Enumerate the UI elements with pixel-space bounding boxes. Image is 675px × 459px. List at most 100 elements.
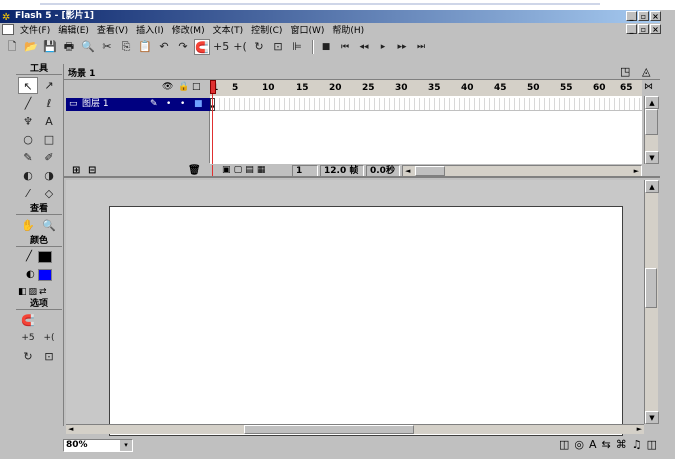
pen-tool-icon[interactable]: ♆ bbox=[18, 113, 38, 130]
doc-minimize-button[interactable]: _ bbox=[626, 24, 637, 34]
doc-restore-button[interactable]: ▫ bbox=[638, 24, 649, 34]
fill-color-swatch[interactable] bbox=[38, 269, 52, 281]
doc-close-button[interactable]: × bbox=[650, 24, 661, 34]
go-to-end-icon[interactable]: ⏭ bbox=[413, 39, 429, 55]
info-panel-icon[interactable]: ◫ bbox=[559, 438, 569, 451]
pencil-tool-icon[interactable]: ✎ bbox=[18, 149, 38, 166]
subselect-tool-icon[interactable]: ↗ bbox=[39, 77, 59, 94]
new-file-icon[interactable]: 🗋 bbox=[4, 39, 20, 55]
edit-scene-icon[interactable]: ◬ bbox=[642, 65, 650, 78]
menu-file[interactable]: 文件(F) bbox=[16, 23, 54, 36]
no-color-icon[interactable]: ▨ bbox=[29, 285, 38, 299]
stage-h-scroll-thumb[interactable] bbox=[244, 425, 414, 434]
eraser-tool-icon[interactable]: ◇ bbox=[39, 185, 59, 202]
stage-scroll-up-button[interactable]: ▲ bbox=[645, 180, 659, 193]
menu-insert[interactable]: 插入(I) bbox=[132, 23, 168, 36]
mixer-panel-icon[interactable]: ◎ bbox=[574, 438, 584, 451]
scroll-up-button[interactable]: ▲ bbox=[645, 96, 659, 109]
frame-view-options-icon[interactable]: ⋈ bbox=[644, 82, 653, 92]
snap-magnet-icon[interactable]: 🧲 bbox=[194, 39, 210, 55]
straighten-icon[interactable]: +( bbox=[232, 39, 248, 55]
option-straighten-icon[interactable]: +( bbox=[39, 330, 59, 347]
delete-layer-icon[interactable]: 🗑 bbox=[188, 165, 201, 176]
option-snap-icon[interactable]: 🧲 bbox=[18, 312, 38, 329]
add-guide-layer-icon[interactable]: ⊟ bbox=[88, 165, 96, 176]
character-panel-icon[interactable]: A bbox=[589, 438, 597, 451]
pasteboard[interactable] bbox=[66, 180, 644, 436]
paste-icon[interactable]: 📋 bbox=[137, 39, 153, 55]
layer-visible-dot[interactable]: • bbox=[166, 98, 171, 111]
timeline-vertical-scrollbar[interactable]: ▲ ▼ bbox=[644, 96, 659, 164]
outline-all-icon[interactable]: □ bbox=[192, 82, 201, 92]
align-icon[interactable]: ⊫ bbox=[289, 39, 305, 55]
stage-horizontal-scrollbar[interactable]: ◄ ► bbox=[66, 424, 644, 434]
dropper-tool-icon[interactable]: ⁄ bbox=[18, 185, 38, 202]
edit-symbols-icon[interactable]: ◳ bbox=[620, 65, 630, 78]
library-icon[interactable]: ◫ bbox=[647, 438, 657, 451]
stop-icon[interactable]: ■ bbox=[318, 39, 334, 55]
minimize-button[interactable]: _ bbox=[626, 11, 637, 21]
cut-icon[interactable]: ✂ bbox=[99, 39, 115, 55]
hand-tool-icon[interactable]: ✋ bbox=[18, 217, 38, 234]
close-button[interactable]: × bbox=[650, 11, 661, 21]
copy-icon[interactable]: ⎘ bbox=[118, 39, 134, 55]
open-file-icon[interactable]: 📂 bbox=[23, 39, 39, 55]
play-icon[interactable]: ▸ bbox=[375, 39, 391, 55]
timeline-scroll-thumb[interactable] bbox=[645, 109, 658, 135]
playhead[interactable] bbox=[210, 80, 216, 164]
menu-edit[interactable]: 编辑(E) bbox=[54, 23, 93, 36]
default-colors-icon[interactable]: ◧ bbox=[18, 285, 27, 299]
rotate-icon[interactable]: ↻ bbox=[251, 39, 267, 55]
option-smooth-icon[interactable]: +5 bbox=[18, 330, 38, 347]
print-preview-icon[interactable]: 🔍 bbox=[80, 39, 96, 55]
step-forward-icon[interactable]: ▸▸ bbox=[394, 39, 410, 55]
lock-all-icon[interactable]: 🔒 bbox=[178, 82, 189, 92]
rewind-icon[interactable]: ⏮ bbox=[337, 39, 353, 55]
swap-colors-icon[interactable]: ⇄ bbox=[39, 285, 47, 299]
instance-panel-icon[interactable]: ⇆ bbox=[602, 438, 611, 451]
stage-scroll-down-button[interactable]: ▼ bbox=[645, 411, 659, 424]
rectangle-tool-icon[interactable]: □ bbox=[39, 131, 59, 148]
lasso-tool-icon[interactable]: ℓ bbox=[39, 95, 59, 112]
save-icon[interactable]: 💾 bbox=[42, 39, 58, 55]
ink-bottle-tool-icon[interactable]: ◐ bbox=[18, 167, 38, 184]
scale-icon[interactable]: ⊡ bbox=[270, 39, 286, 55]
stage-vertical-scrollbar[interactable]: ▲ ▼ bbox=[644, 180, 659, 424]
frame-ruler[interactable]: 1 5 10 15 20 25 30 35 40 45 50 55 60 65 bbox=[210, 80, 642, 96]
option-rotate-icon[interactable]: ↻ bbox=[18, 348, 38, 365]
layer-frames[interactable] bbox=[210, 98, 642, 111]
onion-skin-icons[interactable]: ▣ ▢ ▤ ▦ bbox=[222, 165, 265, 175]
stage-scroll-left-button[interactable]: ◄ bbox=[68, 425, 73, 434]
redo-icon[interactable]: ↷ bbox=[175, 39, 191, 55]
menu-view[interactable]: 查看(V) bbox=[93, 23, 132, 36]
stroke-color-swatch[interactable] bbox=[38, 251, 52, 263]
menu-control[interactable]: 控制(C) bbox=[247, 23, 286, 36]
menu-text[interactable]: 文本(T) bbox=[209, 23, 248, 36]
zoom-dropdown-arrow[interactable]: ▾ bbox=[120, 440, 132, 451]
menu-window[interactable]: 窗口(W) bbox=[286, 23, 328, 36]
option-scale-icon[interactable]: ⊡ bbox=[39, 348, 59, 365]
stage-scroll-right-button[interactable]: ► bbox=[637, 425, 642, 434]
restore-button[interactable]: ▫ bbox=[638, 11, 649, 21]
stage-canvas[interactable] bbox=[109, 206, 623, 436]
timeline-h-scroll-thumb[interactable] bbox=[415, 166, 445, 176]
layer-row[interactable]: ▭ 图层 1 ✎ • • ■ bbox=[66, 98, 210, 111]
layer-outline-swatch[interactable]: ■ bbox=[194, 98, 203, 111]
show-hide-all-icon[interactable]: 👁 bbox=[162, 82, 173, 92]
print-icon[interactable]: 🖶 bbox=[61, 39, 77, 55]
zoom-select[interactable]: 80% ▾ bbox=[63, 439, 133, 452]
paint-bucket-tool-icon[interactable]: ◑ bbox=[39, 167, 59, 184]
undo-icon[interactable]: ↶ bbox=[156, 39, 172, 55]
step-back-icon[interactable]: ◂◂ bbox=[356, 39, 372, 55]
text-tool-icon[interactable]: A bbox=[39, 113, 59, 130]
line-tool-icon[interactable]: ╱ bbox=[18, 95, 38, 112]
smooth-icon[interactable]: +5 bbox=[213, 39, 229, 55]
oval-tool-icon[interactable]: ○ bbox=[18, 131, 38, 148]
document-icon[interactable] bbox=[2, 24, 14, 35]
scroll-down-button[interactable]: ▼ bbox=[645, 151, 659, 164]
menu-help[interactable]: 帮助(H) bbox=[328, 23, 368, 36]
insert-layer-icon[interactable]: ⊞ bbox=[72, 165, 80, 176]
stage-v-scroll-thumb[interactable] bbox=[645, 268, 657, 308]
zoom-tool-icon[interactable]: 🔍 bbox=[39, 217, 59, 234]
brush-tool-icon[interactable]: ✐ bbox=[39, 149, 59, 166]
